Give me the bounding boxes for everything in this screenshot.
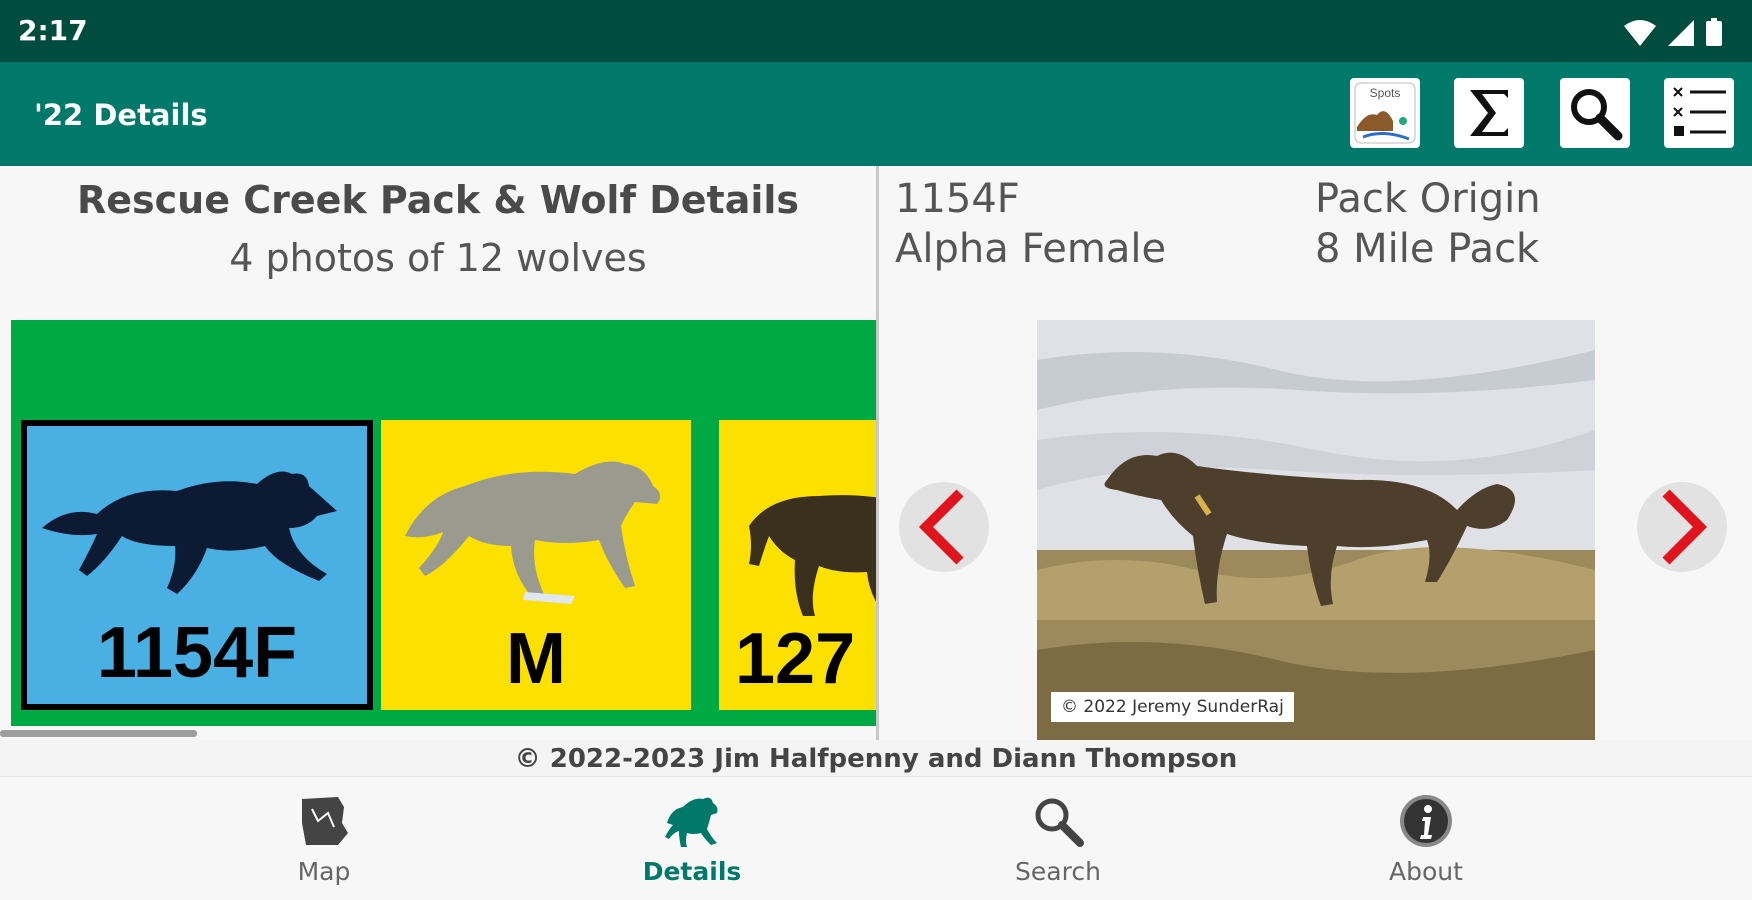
bottom-navigation: Map Details Search About (0, 776, 1752, 900)
copyright-text: © 2022-2023 Jim Halfpenny and Diann Thom… (514, 744, 1238, 774)
next-photo-button[interactable] (1637, 482, 1727, 572)
nav-item-about[interactable]: About (1326, 791, 1526, 886)
wolf-card-label: 127 (735, 619, 856, 699)
wolf-card-label: 1154F (96, 613, 298, 693)
signal-icon (1668, 20, 1694, 46)
search-tool-button[interactable] (1560, 78, 1630, 148)
battery-icon (1706, 18, 1722, 46)
wolf-icon (665, 797, 718, 847)
pack-panel: Rescue Creek Pack & Wolf Details 4 photo… (0, 166, 876, 740)
status-icons (1624, 16, 1722, 46)
pack-title: Rescue Creek Pack & Wolf Details (76, 178, 800, 222)
nav-label: Search (1015, 857, 1101, 886)
wolf-card[interactable]: 127 (719, 420, 876, 710)
wolf-photo-cutout-icon (405, 461, 661, 604)
wolf-details-panel: 1154F Alpha Female Pack Origin 8 Mile Pa… (879, 166, 1752, 740)
spots-map-button[interactable]: Spots (1350, 78, 1420, 148)
wolf-card-label: M (506, 619, 566, 699)
nav-label: About (1389, 857, 1463, 886)
nav-item-map[interactable]: Map (224, 791, 424, 886)
pack-subtitle: 4 photos of 12 wolves (229, 236, 647, 280)
app-bar: '22 Details Spots (0, 62, 1752, 166)
wolf-carousel[interactable]: 1154F M 127 (11, 320, 876, 726)
nav-item-details[interactable]: Details (592, 791, 792, 886)
wolf-photo-image (1037, 320, 1595, 740)
photo-credit: © 2022 Jeremy SunderRaj (1051, 692, 1294, 722)
page-title: '22 Details (34, 98, 208, 132)
statistics-button[interactable] (1454, 78, 1524, 148)
info-icon (1400, 795, 1452, 847)
pack-origin-value: 8 Mile Pack (1315, 226, 1540, 272)
list-icon (1673, 87, 1726, 136)
previous-photo-button[interactable] (899, 482, 989, 572)
status-bar: 2:17 (0, 0, 1752, 62)
wifi-icon (1624, 20, 1656, 46)
chevron-right-icon (1662, 489, 1708, 565)
nav-label: Map (297, 857, 351, 886)
wolf-id: 1154F (895, 176, 1020, 222)
status-time: 2:17 (18, 14, 88, 47)
pack-origin-label: Pack Origin (1315, 176, 1541, 222)
wolf-card[interactable]: M (381, 420, 691, 710)
wolf-role: Alpha Female (895, 226, 1167, 272)
wolf-photo: © 2022 Jeremy SunderRaj (1037, 320, 1595, 740)
spots-map-icon: Spots (1354, 82, 1416, 144)
carousel-scrollbar[interactable] (0, 730, 197, 737)
search-icon (1035, 798, 1084, 847)
sigma-icon (1470, 90, 1508, 136)
nav-item-search[interactable]: Search (958, 791, 1158, 886)
wolf-silhouette-icon (42, 471, 337, 594)
spots-text: Spots (1370, 86, 1401, 100)
chevron-left-icon (918, 489, 964, 565)
magnifier-icon (1571, 89, 1623, 141)
wolf-card[interactable]: 1154F (21, 420, 373, 710)
nav-label: Details (642, 857, 742, 886)
map-icon (302, 797, 348, 845)
list-button[interactable] (1664, 78, 1734, 148)
